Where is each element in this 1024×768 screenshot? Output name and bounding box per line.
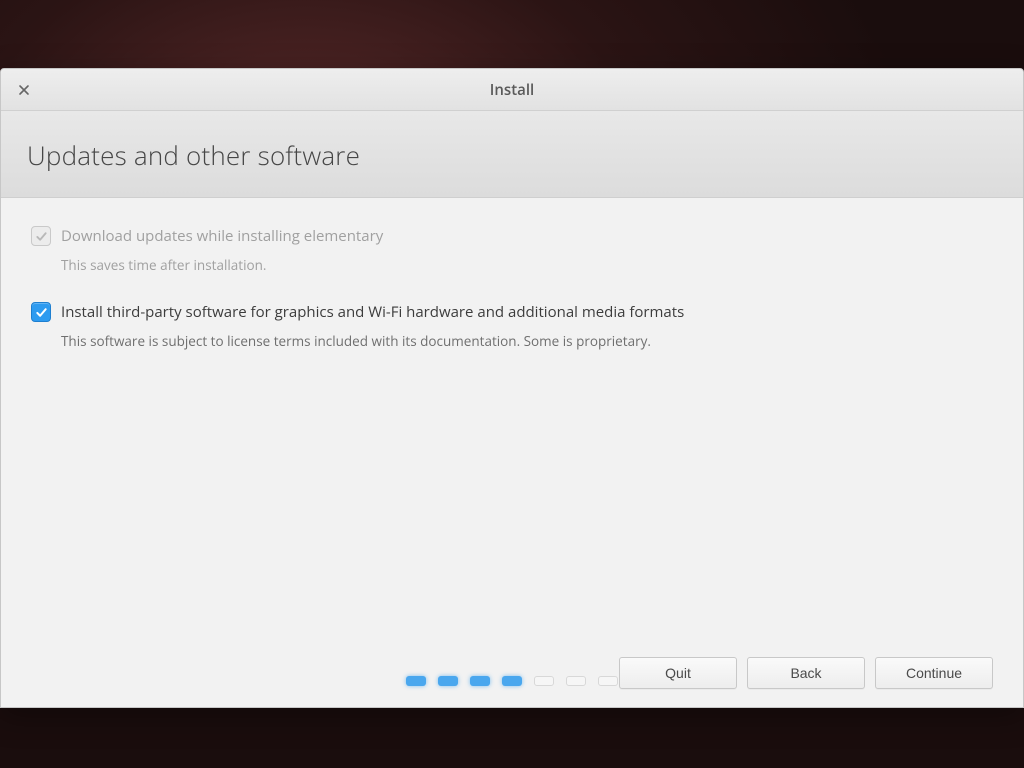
window-title: Install: [1, 80, 1023, 100]
checkbox-download-updates: [31, 226, 51, 246]
titlebar: Install: [1, 69, 1023, 111]
option-download-updates: Download updates while installing elemen…: [31, 226, 993, 274]
option-third-party-row[interactable]: Install third-party software for graphic…: [31, 302, 993, 322]
quit-button[interactable]: Quit: [619, 657, 737, 689]
back-button[interactable]: Back: [747, 657, 865, 689]
installer-window: Install Updates and other software Downl…: [0, 68, 1024, 708]
option-download-updates-row: Download updates while installing elemen…: [31, 226, 993, 246]
checkmark-icon: [35, 230, 48, 243]
option-third-party-label: Install third-party software for graphic…: [61, 302, 684, 322]
option-download-updates-help: This saves time after installation.: [61, 256, 993, 274]
close-icon: [18, 82, 30, 98]
option-third-party-help: This software is subject to license term…: [61, 332, 993, 350]
checkbox-third-party[interactable]: [31, 302, 51, 322]
close-button[interactable]: [13, 79, 35, 101]
page-title: Updates and other software: [27, 137, 997, 173]
option-download-updates-label: Download updates while installing elemen…: [61, 226, 383, 246]
page-header: Updates and other software: [1, 111, 1023, 198]
checkmark-icon: [35, 306, 48, 319]
page-body: Download updates while installing elemen…: [1, 198, 1023, 707]
footer-buttons: Quit Back Continue: [31, 657, 993, 695]
option-third-party: Install third-party software for graphic…: [31, 302, 993, 350]
continue-button[interactable]: Continue: [875, 657, 993, 689]
